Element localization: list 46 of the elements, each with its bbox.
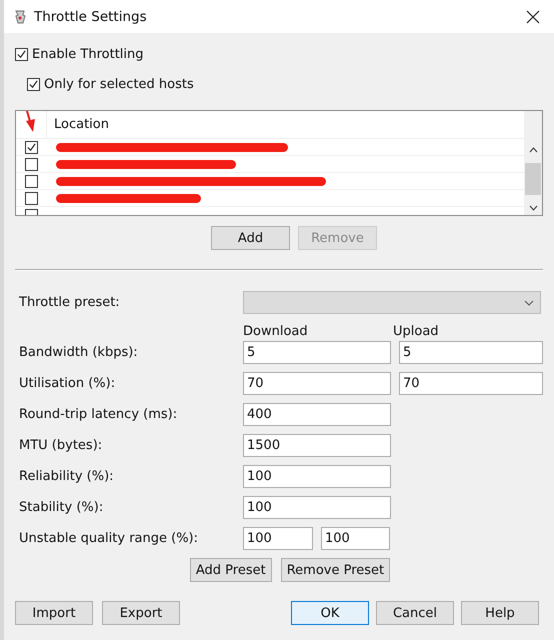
footer-button[interactable]: Cancel bbox=[376, 601, 454, 625]
footer-button[interactable]: Help bbox=[461, 601, 539, 625]
selected-hosts-checkbox[interactable]: Only for selected hosts bbox=[27, 73, 194, 95]
row-checkbox[interactable] bbox=[25, 192, 38, 204]
dropdown-icon bbox=[524, 300, 534, 306]
preset-button[interactable]: Remove Preset bbox=[280, 558, 390, 582]
close-icon[interactable] bbox=[526, 10, 540, 24]
input-field[interactable]: 400 bbox=[243, 403, 391, 426]
scroll-down-icon[interactable] bbox=[528, 205, 538, 211]
input-field[interactable]: 100 bbox=[243, 465, 391, 488]
input-field[interactable]: 70 bbox=[243, 372, 391, 395]
footer-button[interactable]: Export bbox=[102, 601, 180, 625]
column-header[interactable]: Location bbox=[47, 111, 109, 138]
footer-button[interactable]: Import bbox=[15, 601, 93, 625]
input-field[interactable]: 100 bbox=[243, 527, 313, 550]
footer-button[interactable]: OK bbox=[291, 601, 369, 625]
input-field[interactable]: 1500 bbox=[243, 434, 391, 457]
field-label: Unstable quality range (%): bbox=[18, 531, 199, 546]
row-checkbox[interactable] bbox=[25, 158, 38, 170]
enable-throttling-checkbox[interactable]: Enable Throttling bbox=[15, 43, 144, 65]
scrollbar[interactable] bbox=[524, 111, 542, 215]
field-label: Stability (%): bbox=[18, 500, 104, 515]
field-label: Throttle preset: bbox=[18, 295, 121, 310]
row-checkbox[interactable] bbox=[25, 140, 38, 154]
check-icon bbox=[28, 78, 39, 90]
input-field[interactable]: 5 bbox=[243, 341, 391, 364]
window-title: Throttle Settings bbox=[34, 8, 148, 24]
column-heading: Download bbox=[243, 324, 309, 338]
input-field[interactable]: 100 bbox=[321, 527, 390, 550]
field-label: MTU (bytes): bbox=[18, 438, 104, 453]
field-label: Utilisation (%): bbox=[18, 376, 116, 391]
preset-button[interactable]: Add Preset bbox=[190, 558, 272, 582]
field-label: Bandwidth (kbps): bbox=[18, 345, 139, 360]
field-label: Round-trip latency (ms): bbox=[18, 407, 178, 422]
scroll-up-icon[interactable] bbox=[528, 147, 538, 153]
row-checkbox[interactable] bbox=[25, 174, 38, 188]
input-field[interactable]: 70 bbox=[399, 372, 543, 395]
arrow-annotation bbox=[23, 111, 37, 133]
field-label: Reliability (%): bbox=[18, 469, 115, 484]
check-icon bbox=[26, 142, 37, 152]
host-button[interactable]: Add bbox=[211, 226, 290, 250]
input-field[interactable]: 5 bbox=[399, 341, 543, 364]
column-heading: Upload bbox=[393, 324, 440, 338]
check-icon bbox=[16, 48, 27, 60]
app-icon bbox=[14, 10, 26, 24]
input-field[interactable]: 100 bbox=[243, 496, 391, 519]
